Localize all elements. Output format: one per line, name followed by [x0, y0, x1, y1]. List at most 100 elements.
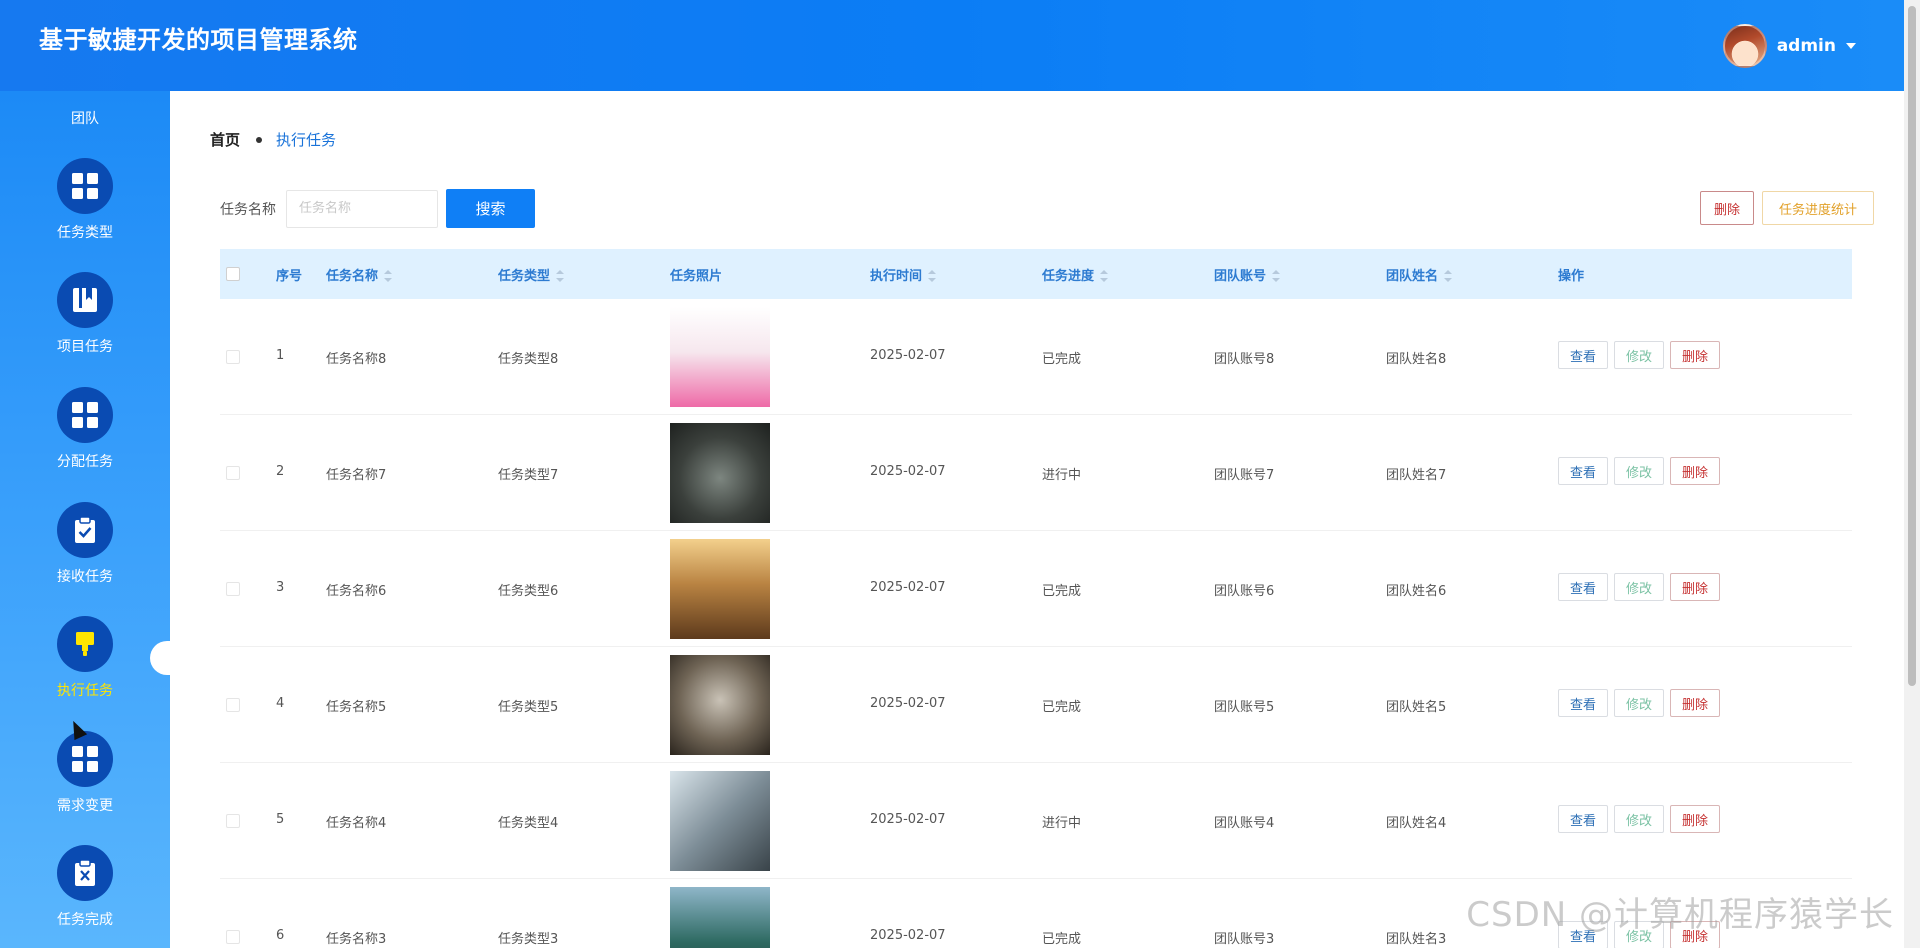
clipboard-check-icon[interactable]	[57, 502, 113, 558]
scrollbar[interactable]	[1904, 0, 1920, 948]
task-photo[interactable]	[670, 423, 770, 523]
book-icon[interactable]	[57, 272, 113, 328]
avatar[interactable]	[1722, 24, 1767, 68]
delete-button[interactable]: 删除	[1670, 573, 1720, 601]
row-checkbox[interactable]	[226, 930, 240, 944]
table-row[interactable]: 4 任务名称5 任务类型5 2025-02-07 已完成 团队账号5 团队姓名5 查看 修改 删除	[220, 647, 1852, 763]
col-account[interactable]: 团队账号	[1214, 265, 1281, 284]
search-input[interactable]	[286, 189, 438, 228]
chevron-down-icon[interactable]	[1846, 43, 1856, 49]
batch-delete-button[interactable]: 删除	[1700, 191, 1754, 225]
task-table: 序号 任务名称 任务类型 任务照片 执行时间 任务进度 团队账号 团队姓名 操作…	[220, 249, 1852, 948]
row-checkbox[interactable]	[226, 466, 240, 480]
task-photo[interactable]	[670, 307, 770, 407]
col-name-label[interactable]: 任务名称	[326, 269, 378, 284]
col-time[interactable]: 执行时间	[870, 265, 937, 284]
cell-member: 团队姓名8	[1386, 352, 1447, 367]
sort-icon[interactable]	[1272, 270, 1281, 282]
sidebar-item-label[interactable]: 需求变更	[0, 795, 170, 815]
delete-button[interactable]: 删除	[1670, 341, 1720, 369]
sidebar-item-execute-task[interactable]: 执行任务	[0, 616, 170, 726]
search-label: 任务名称	[220, 201, 276, 218]
grid-icon[interactable]	[57, 158, 113, 214]
col-type-label[interactable]: 任务类型	[498, 269, 550, 284]
cell-member: 团队姓名6	[1386, 584, 1447, 599]
view-button[interactable]: 查看	[1558, 805, 1608, 833]
sidebar-item-label[interactable]: 接收任务	[0, 566, 170, 586]
col-member[interactable]: 团队姓名	[1386, 265, 1453, 284]
view-button[interactable]: 查看	[1558, 689, 1608, 717]
breadcrumb-home[interactable]: 首页	[210, 129, 240, 150]
task-photo[interactable]	[670, 539, 770, 639]
col-account-label[interactable]: 团队账号	[1214, 269, 1266, 284]
cell-time: 2025-02-07	[870, 580, 946, 595]
sidebar-item-receive-task[interactable]: 接收任务	[0, 502, 170, 612]
col-type[interactable]: 任务类型	[498, 265, 565, 284]
brush-icon[interactable]	[57, 616, 113, 672]
cell-index: 2	[276, 464, 285, 479]
sidebar-item-requirement-change[interactable]: 需求变更	[0, 731, 170, 841]
view-button[interactable]: 查看	[1558, 573, 1608, 601]
cell-name: 任务名称8	[326, 352, 387, 367]
grid-icon[interactable]	[57, 387, 113, 443]
sidebar-item-team[interactable]: 团队	[0, 108, 170, 128]
cell-name: 任务名称7	[326, 468, 387, 483]
col-progress-label[interactable]: 任务进度	[1042, 269, 1094, 284]
task-photo[interactable]	[670, 771, 770, 871]
sort-icon[interactable]	[1100, 270, 1109, 282]
row-checkbox[interactable]	[226, 814, 240, 828]
progress-stats-button[interactable]: 任务进度统计	[1762, 191, 1874, 225]
clipboard-x-icon[interactable]	[57, 845, 113, 901]
task-photo[interactable]	[670, 887, 770, 948]
table-row[interactable]: 1 任务名称8 任务类型8 2025-02-07 已完成 团队账号8 团队姓名8 查看 修改 删除	[220, 299, 1852, 415]
sort-icon[interactable]	[1444, 270, 1453, 282]
cell-time: 2025-02-07	[870, 464, 946, 479]
view-button[interactable]: 查看	[1558, 457, 1608, 485]
col-time-label[interactable]: 执行时间	[870, 269, 922, 284]
edit-button[interactable]: 修改	[1614, 341, 1664, 369]
col-member-label[interactable]: 团队姓名	[1386, 269, 1438, 284]
edit-button[interactable]: 修改	[1614, 573, 1664, 601]
user-menu[interactable]: admin	[1722, 24, 1856, 68]
sidebar-item-label[interactable]: 执行任务	[0, 680, 170, 700]
sidebar-item-project-task[interactable]: 项目任务	[0, 272, 170, 382]
edit-button[interactable]: 修改	[1614, 689, 1664, 717]
cell-time: 2025-02-07	[870, 696, 946, 711]
task-photo[interactable]	[670, 655, 770, 755]
sort-icon[interactable]	[556, 270, 565, 282]
sidebar-item-label[interactable]: 项目任务	[0, 336, 170, 356]
sidebar-item-task-complete[interactable]: 任务完成	[0, 845, 170, 948]
cell-name: 任务名称5	[326, 700, 387, 715]
username[interactable]: admin	[1777, 36, 1836, 56]
row-checkbox[interactable]	[226, 698, 240, 712]
sidebar-item-label[interactable]: 任务完成	[0, 909, 170, 929]
row-checkbox[interactable]	[226, 350, 240, 364]
delete-button[interactable]: 删除	[1670, 689, 1720, 717]
search-button[interactable]: 搜索	[446, 189, 535, 228]
edit-button[interactable]: 修改	[1614, 805, 1664, 833]
table-header: 序号 任务名称 任务类型 任务照片 执行时间 任务进度 团队账号 团队姓名 操作	[220, 249, 1852, 299]
sidebar-item-assign-task[interactable]: 分配任务	[0, 387, 170, 497]
select-all-checkbox[interactable]	[226, 267, 240, 281]
sort-icon[interactable]	[384, 270, 393, 282]
sidebar-item-task-type[interactable]: 任务类型	[0, 158, 170, 268]
table-row[interactable]: 2 任务名称7 任务类型7 2025-02-07 进行中 团队账号7 团队姓名7 查看 修改 删除	[220, 415, 1852, 531]
row-checkbox[interactable]	[226, 582, 240, 596]
cell-index: 5	[276, 812, 285, 827]
sort-icon[interactable]	[928, 270, 937, 282]
scrollbar-thumb[interactable]	[1908, 6, 1916, 686]
col-progress[interactable]: 任务进度	[1042, 265, 1109, 284]
delete-button[interactable]: 删除	[1670, 457, 1720, 485]
table-row[interactable]: 3 任务名称6 任务类型6 2025-02-07 已完成 团队账号6 团队姓名6 查看 修改 删除	[220, 531, 1852, 647]
table-row[interactable]: 5 任务名称4 任务类型4 2025-02-07 进行中 团队账号4 团队姓名4 查看 修改 删除	[220, 763, 1852, 879]
col-name[interactable]: 任务名称	[326, 265, 393, 284]
sidebar-item-label[interactable]: 任务类型	[0, 222, 170, 242]
delete-button[interactable]: 删除	[1670, 805, 1720, 833]
view-button[interactable]: 查看	[1558, 341, 1608, 369]
cell-type: 任务类型6	[498, 584, 559, 599]
grid-icon[interactable]	[57, 731, 113, 787]
sidebar-item-label[interactable]: 分配任务	[0, 451, 170, 471]
cell-index: 3	[276, 580, 285, 595]
edit-button[interactable]: 修改	[1614, 457, 1664, 485]
sidebar: 团队 任务类型 项目任务 分配任务 接收任务 执行任务 需求变更 任务完成	[0, 91, 170, 948]
